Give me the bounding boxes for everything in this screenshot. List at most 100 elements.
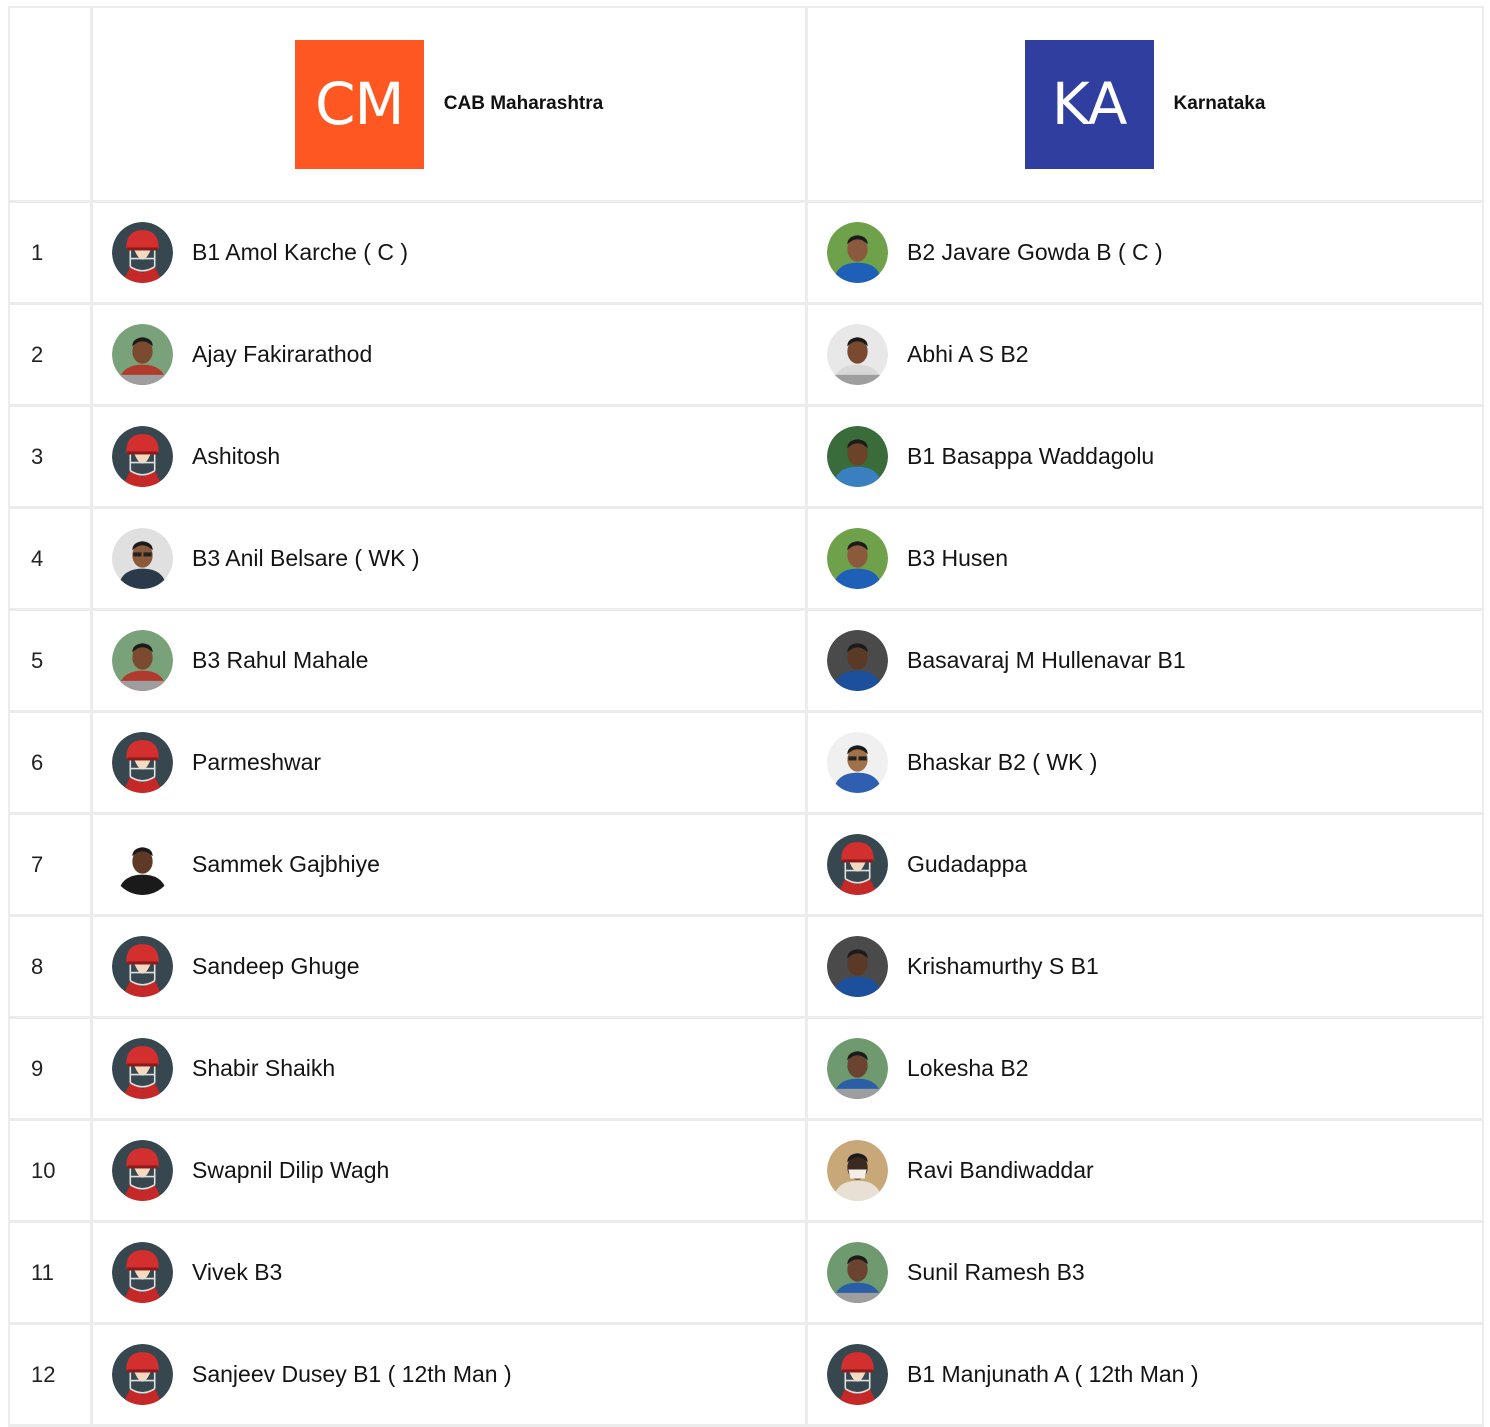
player-name[interactable]: Lokesha B2 [907, 1055, 1028, 1082]
row-number: 9 [10, 1019, 93, 1118]
player-name[interactable]: Vivek B3 [192, 1259, 282, 1286]
lineup-table: CM CAB Maharashtra KA Karnataka 1 B1 Amol… [8, 6, 1484, 1427]
row-number: 2 [10, 305, 93, 404]
player-avatar [827, 1140, 888, 1201]
player-avatar [827, 324, 888, 385]
player-cell-left[interactable]: Sandeep Ghuge [93, 917, 808, 1016]
player-cell-left[interactable]: Sammek Gajbhiye [93, 815, 808, 914]
player-name[interactable]: B3 Husen [907, 545, 1008, 572]
player-cell-left[interactable]: Ajay Fakirarathod [93, 305, 808, 404]
player-avatar-helmet-icon [112, 1242, 173, 1303]
player-avatar-helmet-icon [112, 1038, 173, 1099]
player-cell-right[interactable]: B1 Basappa Waddagolu [808, 407, 1484, 506]
player-name[interactable]: Gudadappa [907, 851, 1027, 878]
player-name[interactable]: Krishamurthy S B1 [907, 953, 1099, 980]
player-avatar [112, 630, 173, 691]
player-avatar [827, 222, 888, 283]
player-cell-right[interactable]: Bhaskar B2 ( WK ) [808, 713, 1484, 812]
player-cell-left[interactable]: Sanjeev Dusey B1 ( 12th Man ) [93, 1325, 808, 1424]
player-avatar-helmet-icon [112, 936, 173, 997]
player-name[interactable]: Shabir Shaikh [192, 1055, 335, 1082]
player-cell-right[interactable]: Lokesha B2 [808, 1019, 1484, 1118]
player-name[interactable]: Bhaskar B2 ( WK ) [907, 749, 1097, 776]
row-number: 11 [10, 1223, 93, 1322]
row-number: 7 [10, 815, 93, 914]
team-name-cm[interactable]: CAB Maharashtra [444, 93, 603, 115]
player-name[interactable]: Ashitosh [192, 443, 280, 470]
player-cell-left[interactable]: B3 Anil Belsare ( WK ) [93, 509, 808, 608]
player-name[interactable]: Sammek Gajbhiye [192, 851, 380, 878]
player-name[interactable]: B1 Basappa Waddagolu [907, 443, 1154, 470]
player-cell-right[interactable]: Krishamurthy S B1 [808, 917, 1484, 1016]
player-avatar [112, 834, 173, 895]
player-cell-left[interactable]: Shabir Shaikh [93, 1019, 808, 1118]
player-name[interactable]: B2 Javare Gowda B ( C ) [907, 239, 1163, 266]
player-cell-left[interactable]: B1 Amol Karche ( C ) [93, 203, 808, 302]
table-row: 3 Ashitosh B1 Basappa Waddagolu [10, 407, 1484, 509]
table-row: 9 Shabir Shaikh Lokesha B2 [10, 1019, 1484, 1121]
player-avatar [827, 1038, 888, 1099]
player-cell-left[interactable]: B3 Rahul Mahale [93, 611, 808, 710]
player-avatar-helmet-icon [827, 834, 888, 895]
player-cell-right[interactable]: Ravi Bandiwaddar [808, 1121, 1484, 1220]
player-cell-left[interactable]: Parmeshwar [93, 713, 808, 812]
player-avatar [827, 528, 888, 589]
player-cell-right[interactable]: Abhi A S B2 [808, 305, 1484, 404]
table-row: 6 Parmeshwar Bhaskar B2 ( WK ) [10, 713, 1484, 815]
team-ka[interactable]: KA Karnataka [1024, 39, 1266, 169]
player-cell-left[interactable]: Vivek B3 [93, 1223, 808, 1322]
team-cm[interactable]: CM CAB Maharashtra [294, 39, 603, 169]
player-cell-left[interactable]: Swapnil Dilip Wagh [93, 1121, 808, 1220]
player-cell-right[interactable]: B3 Husen [808, 509, 1484, 608]
player-name[interactable]: Ravi Bandiwaddar [907, 1157, 1094, 1184]
player-cell-right[interactable]: Basavaraj M Hullenavar B1 [808, 611, 1484, 710]
number-column-header [10, 8, 93, 200]
row-number: 1 [10, 203, 93, 302]
player-cell-right[interactable]: B1 Manjunath A ( 12th Man ) [808, 1325, 1484, 1424]
player-name[interactable]: B3 Rahul Mahale [192, 647, 368, 674]
row-number: 5 [10, 611, 93, 710]
player-cell-right[interactable]: Gudadappa [808, 815, 1484, 914]
player-name[interactable]: Sandeep Ghuge [192, 953, 360, 980]
player-avatar [112, 324, 173, 385]
player-avatar [827, 936, 888, 997]
table-row: 7 Sammek Gajbhiye Gudadappa [10, 815, 1484, 917]
player-name[interactable]: Abhi A S B2 [907, 341, 1028, 368]
player-name[interactable]: Sunil Ramesh B3 [907, 1259, 1085, 1286]
player-name[interactable]: B3 Anil Belsare ( WK ) [192, 545, 420, 572]
player-name[interactable]: Swapnil Dilip Wagh [192, 1157, 389, 1184]
player-avatar-helmet-icon [112, 1344, 173, 1405]
team-logo-cm: CM [294, 39, 424, 169]
player-name[interactable]: Sanjeev Dusey B1 ( 12th Man ) [192, 1361, 512, 1388]
player-avatar [827, 630, 888, 691]
table-row: 4 B3 Anil Belsare ( WK ) B3 Husen [10, 509, 1484, 611]
team-header-right: KA Karnataka [808, 8, 1484, 200]
row-number: 12 [10, 1325, 93, 1424]
player-avatar [827, 426, 888, 487]
row-number: 10 [10, 1121, 93, 1220]
table-row: 2 Ajay Fakirarathod Abhi A S B2 [10, 305, 1484, 407]
table-header-row: CM CAB Maharashtra KA Karnataka [10, 8, 1484, 203]
player-name[interactable]: Ajay Fakirarathod [192, 341, 372, 368]
player-name[interactable]: B1 Amol Karche ( C ) [192, 239, 408, 266]
table-row: 11 Vivek B3 Sunil Ramesh B3 [10, 1223, 1484, 1325]
team-name-ka[interactable]: Karnataka [1174, 93, 1266, 115]
row-number: 4 [10, 509, 93, 608]
row-number: 3 [10, 407, 93, 506]
table-row: 1 B1 Amol Karche ( C ) B2 Javare Gowda B (… [10, 203, 1484, 305]
table-row: 10 Swapnil Dilip Wagh Ravi Bandiwaddar [10, 1121, 1484, 1223]
player-cell-right[interactable]: Sunil Ramesh B3 [808, 1223, 1484, 1322]
player-avatar [112, 528, 173, 589]
team-header-left: CM CAB Maharashtra [93, 8, 808, 200]
row-number: 6 [10, 713, 93, 812]
player-cell-left[interactable]: Ashitosh [93, 407, 808, 506]
table-row: 8 Sandeep Ghuge Krishamurthy S B1 [10, 917, 1484, 1019]
player-name[interactable]: Basavaraj M Hullenavar B1 [907, 647, 1186, 674]
player-name[interactable]: Parmeshwar [192, 749, 321, 776]
player-cell-right[interactable]: B2 Javare Gowda B ( C ) [808, 203, 1484, 302]
player-name[interactable]: B1 Manjunath A ( 12th Man ) [907, 1361, 1199, 1388]
player-avatar-helmet-icon [112, 1140, 173, 1201]
player-avatar [827, 1242, 888, 1303]
row-number: 8 [10, 917, 93, 1016]
table-row: 5 B3 Rahul Mahale Basavaraj M Hullenavar B… [10, 611, 1484, 713]
